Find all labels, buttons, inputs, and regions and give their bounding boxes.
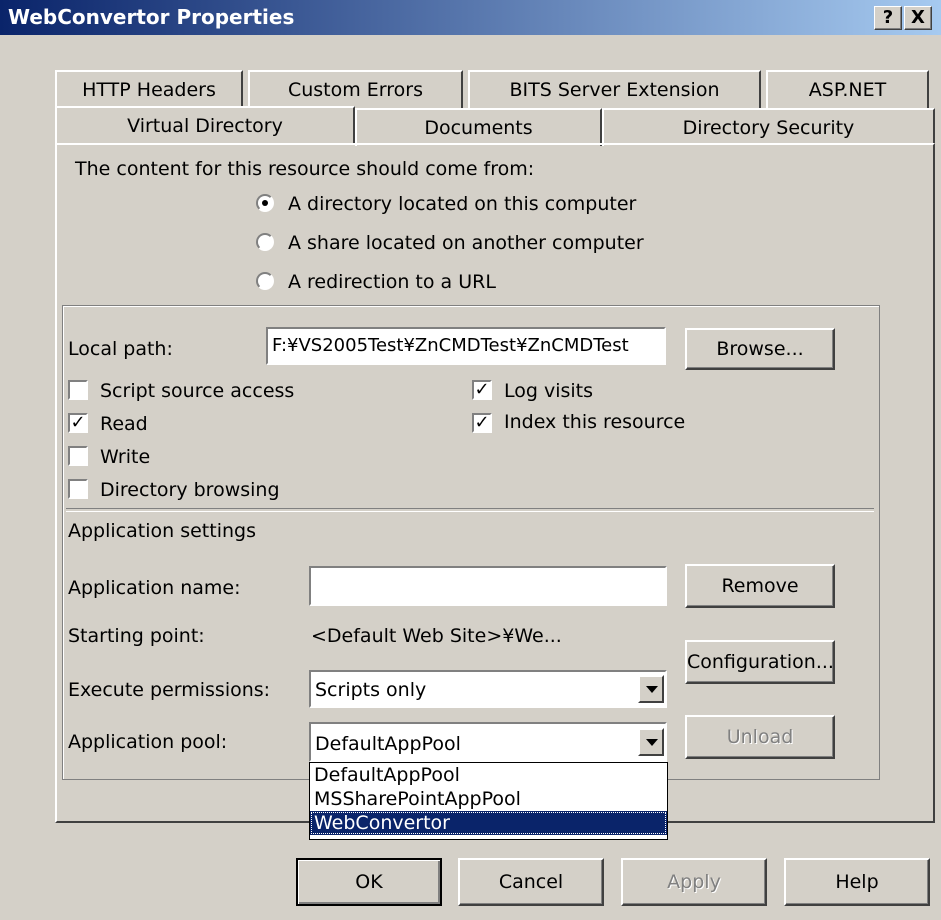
configuration-button[interactable]: Configuration... (685, 640, 835, 684)
app-pool-label: Application pool: (68, 731, 228, 753)
app-pool-select[interactable]: DefaultAppPool (309, 722, 667, 762)
log-visits-label[interactable]: Log visits (504, 380, 593, 402)
unload-button[interactable]: Unload (685, 715, 835, 759)
radio-url-redirect[interactable] (256, 272, 274, 290)
window-title: WebConvertor Properties (8, 5, 295, 29)
cancel-button[interactable]: Cancel (458, 858, 604, 906)
index-resource-checkbox[interactable]: ✓ (472, 413, 492, 433)
directory-browsing-label[interactable]: Directory browsing (100, 479, 280, 501)
script-source-access-checkbox[interactable] (68, 380, 88, 400)
script-source-access-label[interactable]: Script source access (100, 380, 294, 402)
tab-asp-net[interactable]: ASP.NET (766, 70, 929, 108)
title-bar[interactable]: WebConvertor Properties ? X (0, 0, 941, 35)
tab-http-headers[interactable]: HTTP Headers (55, 70, 243, 108)
content-source-prompt: The content for this resource should com… (75, 158, 535, 180)
list-item[interactable]: WebConvertor (310, 811, 667, 835)
chevron-down-icon[interactable] (638, 675, 664, 703)
help-button[interactable]: Help (784, 858, 930, 906)
app-settings-heading: Application settings (68, 520, 256, 542)
divider (66, 508, 874, 512)
list-item[interactable]: DefaultAppPool (310, 763, 667, 787)
app-pool-dropdown-list[interactable]: DefaultAppPool MSSharePointAppPool WebCo… (309, 762, 668, 840)
exec-permissions-value: Scripts only (315, 679, 427, 701)
exec-permissions-label: Execute permissions: (68, 679, 271, 701)
tab-documents[interactable]: Documents (355, 108, 602, 146)
radio-network-share[interactable] (256, 233, 274, 251)
radio-network-share-label[interactable]: A share located on another computer (288, 232, 644, 254)
read-label[interactable]: Read (100, 413, 148, 435)
write-checkbox[interactable] (68, 446, 88, 466)
app-name-label: Application name: (68, 577, 241, 599)
local-path-label: Local path: (68, 338, 173, 360)
app-pool-value: DefaultAppPool (315, 733, 461, 755)
tab-virtual-directory[interactable]: Virtual Directory (55, 106, 355, 144)
close-icon[interactable]: X (904, 6, 932, 30)
starting-point-value: <Default Web Site>¥We... (311, 625, 562, 647)
radio-local-directory-label[interactable]: A directory located on this computer (288, 193, 636, 215)
unload-label: Unload (726, 726, 794, 748)
apply-label: Apply (667, 871, 721, 893)
tab-custom-errors[interactable]: Custom Errors (248, 70, 463, 108)
index-resource-label[interactable]: Index this resource (504, 411, 685, 433)
apply-button[interactable]: Apply (621, 858, 767, 906)
ok-button[interactable]: OK (296, 858, 442, 906)
browse-button[interactable]: Browse... (685, 328, 835, 370)
chevron-down-icon[interactable] (638, 728, 664, 756)
help-icon[interactable]: ? (874, 6, 902, 30)
settings-group (62, 305, 880, 780)
write-label[interactable]: Write (100, 446, 150, 468)
app-name-field[interactable] (309, 566, 667, 606)
starting-point-label: Starting point: (68, 625, 205, 647)
read-checkbox[interactable]: ✓ (68, 413, 88, 433)
list-item[interactable]: MSSharePointAppPool (310, 787, 667, 811)
exec-permissions-select[interactable]: Scripts only (309, 670, 667, 708)
directory-browsing-checkbox[interactable] (68, 479, 88, 499)
radio-local-directory[interactable] (256, 194, 274, 212)
tab-directory-security[interactable]: Directory Security (602, 108, 935, 146)
tab-bits-server-extension[interactable]: BITS Server Extension (468, 70, 761, 108)
log-visits-checkbox[interactable]: ✓ (472, 380, 492, 400)
remove-button[interactable]: Remove (685, 564, 835, 608)
local-path-field[interactable]: F:¥VS2005Test¥ZnCMDTest¥ZnCMDTest (266, 327, 666, 365)
radio-url-redirect-label[interactable]: A redirection to a URL (288, 271, 496, 293)
